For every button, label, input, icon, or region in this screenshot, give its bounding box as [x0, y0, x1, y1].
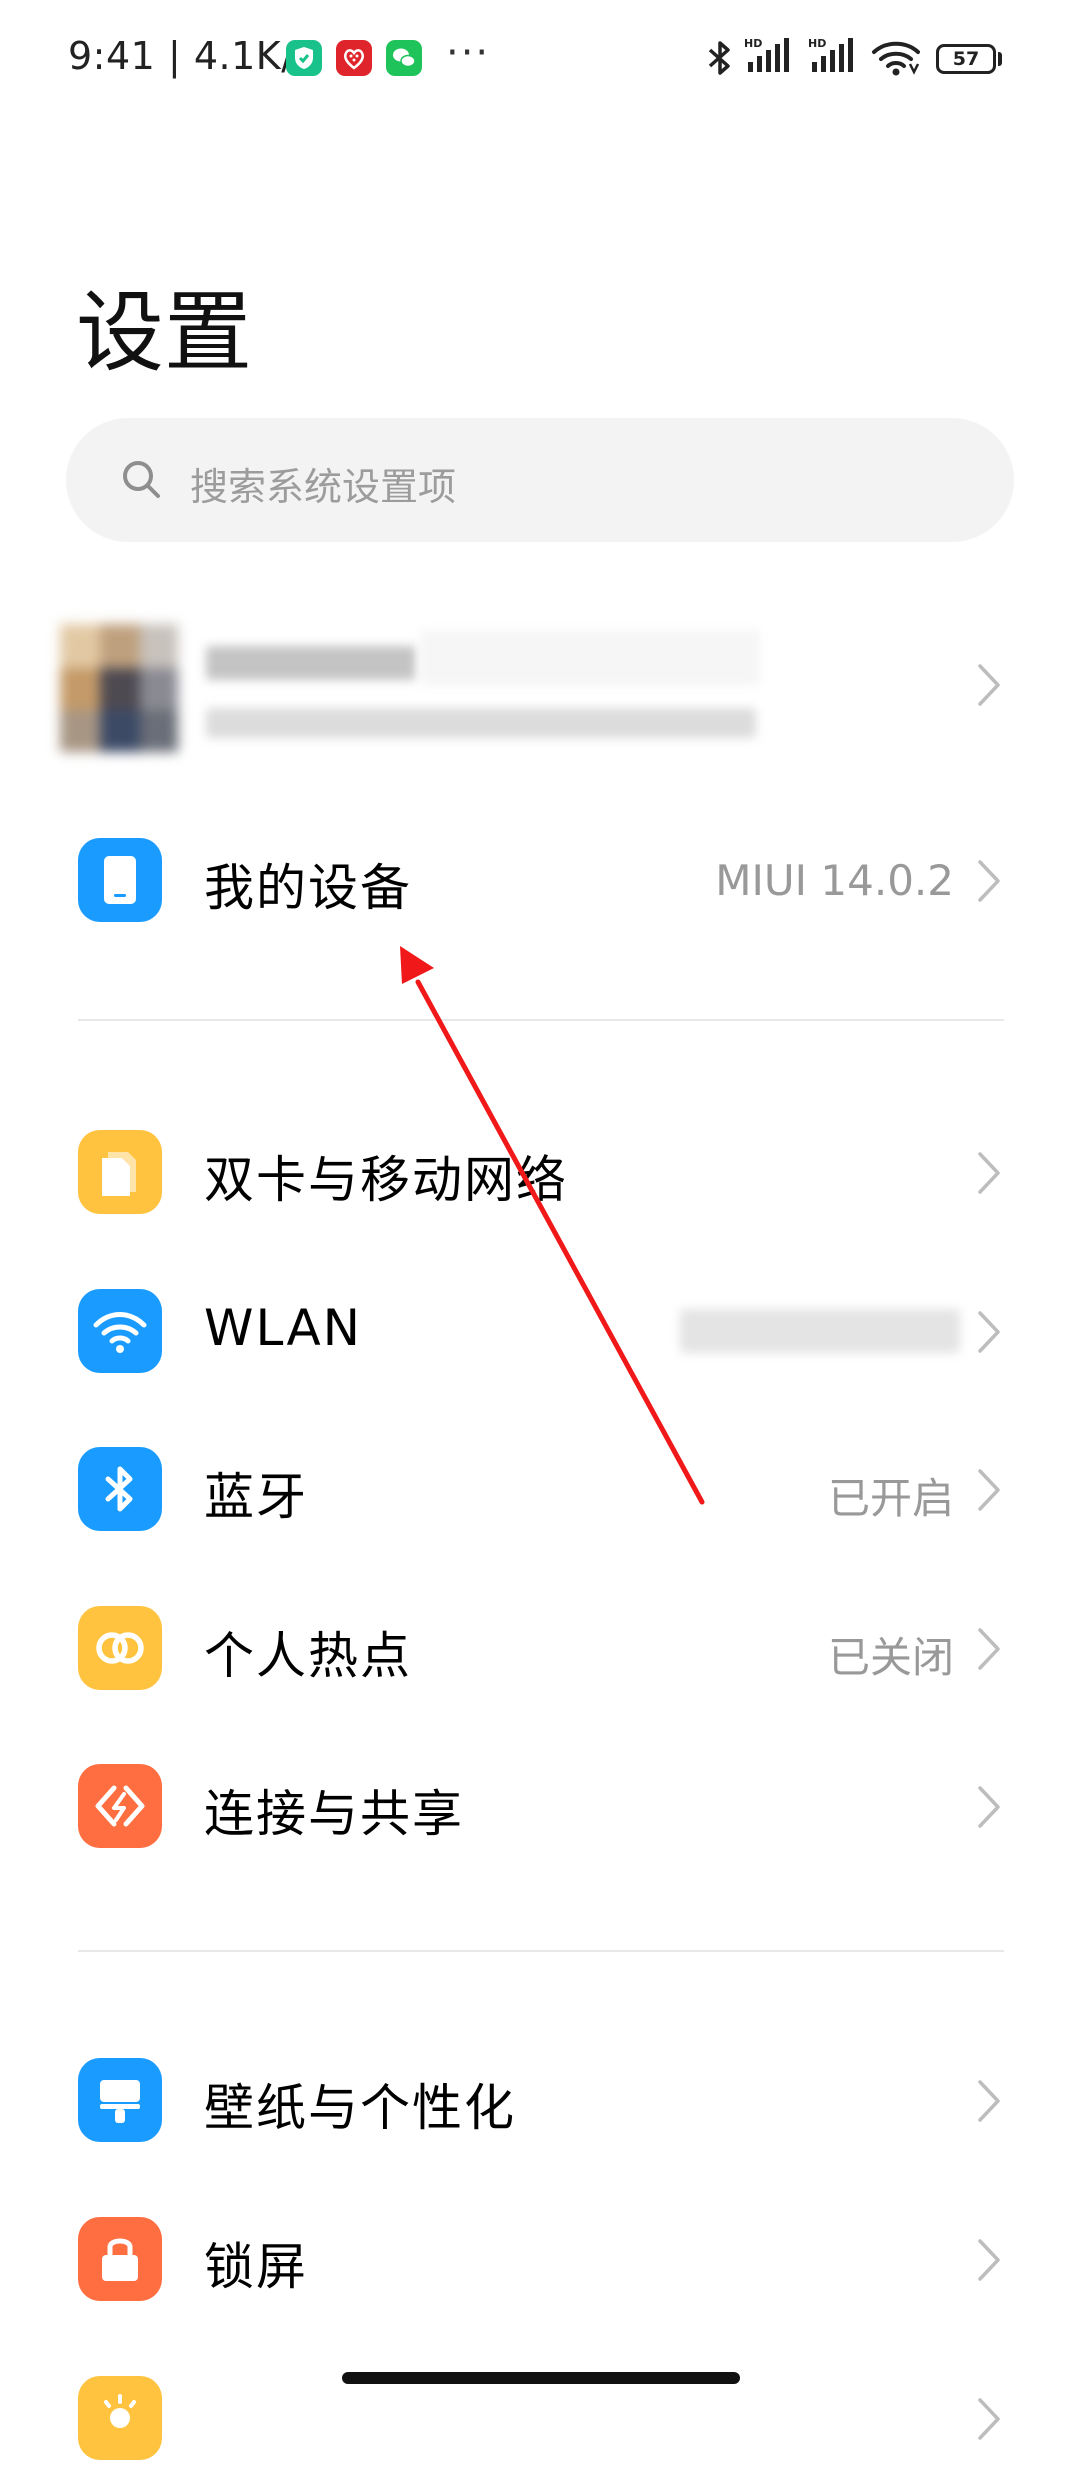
status-time: 9:41 | 4.1K/s: [68, 34, 315, 78]
row-label-hotspot: 个人热点: [204, 1627, 412, 1685]
phone-icon: [78, 838, 162, 922]
chevron-right-icon: [978, 1152, 1000, 1194]
wifi-icon: [78, 1289, 162, 1373]
wechat-icon: [386, 40, 422, 76]
row-hotspot[interactable]: 个人热点 已关闭: [0, 1572, 1080, 1722]
account-extra-redacted: [420, 630, 760, 686]
more-notifications-indicator: ···: [446, 30, 491, 76]
svg-text:HD: HD: [744, 37, 762, 50]
row-label-bluetooth: 蓝牙: [204, 1468, 308, 1526]
signal-hd-icon-2: HD: [808, 37, 853, 72]
wifi-status-icon: [872, 41, 920, 76]
home-indicator[interactable]: [342, 2372, 740, 2384]
battery-tip: [998, 52, 1002, 66]
sim-card-icon: [78, 1130, 162, 1214]
search-input[interactable]: 搜索系统设置项: [66, 418, 1014, 542]
search-placeholder: 搜索系统设置项: [190, 465, 457, 509]
chevron-right-icon: [978, 1628, 1000, 1670]
chevron-right-icon: [978, 1469, 1000, 1511]
page-title: 设置: [76, 281, 253, 384]
section-divider: [78, 1019, 1004, 1021]
miui-version-value: MIUI 14.0.2: [715, 856, 954, 905]
hotspot-status-value: 已关闭: [827, 1633, 954, 1682]
row-label-dual-sim: 双卡与移动网络: [204, 1151, 568, 1209]
wifi-network-name-redacted: [680, 1309, 960, 1353]
bluetooth-status-value: 已开启: [827, 1474, 954, 1523]
status-bar: 9:41 | 4.1K/s ··· HD HD 57: [0, 0, 1080, 118]
row-connect-share[interactable]: 连接与共享: [0, 1730, 1080, 1880]
chevron-right-icon: [978, 860, 1000, 902]
row-display-partial[interactable]: [0, 2342, 1080, 2492]
chevron-right-icon: [978, 1311, 1000, 1353]
row-label-wlan: WLAN: [204, 1299, 363, 1357]
account-row[interactable]: [0, 610, 1080, 770]
chevron-right-icon: [978, 2398, 1000, 2440]
row-lock-screen[interactable]: 锁屏: [0, 2183, 1080, 2333]
account-name-redacted: [206, 646, 416, 680]
lock-icon: [78, 2217, 162, 2301]
chevron-right-icon: [978, 664, 1000, 706]
row-wlan[interactable]: WLAN: [0, 1255, 1080, 1405]
row-my-device[interactable]: 我的设备 MIUI 14.0.2: [0, 804, 1080, 954]
row-label-lock-screen: 锁屏: [204, 2238, 308, 2296]
chevron-right-icon: [978, 1786, 1000, 1828]
bluetooth-icon: [78, 1447, 162, 1531]
row-wallpaper[interactable]: 壁纸与个性化: [0, 2024, 1080, 2174]
hotspot-icon: [78, 1606, 162, 1690]
red-app-icon: [336, 40, 372, 76]
bluetooth-status-icon: [708, 41, 730, 75]
account-detail-redacted: [206, 708, 756, 738]
battery-indicator: 57: [936, 44, 996, 74]
svg-text:HD: HD: [808, 37, 826, 50]
chevron-right-icon: [978, 2239, 1000, 2281]
brush-icon: [78, 2058, 162, 2142]
avatar: [60, 624, 178, 752]
search-icon: [123, 461, 160, 498]
row-label-connect-share: 连接与共享: [204, 1785, 464, 1843]
chevron-right-icon: [978, 2080, 1000, 2122]
display-icon: [78, 2376, 162, 2460]
row-dual-sim[interactable]: 双卡与移动网络: [0, 1096, 1080, 1246]
shield-app-icon: [286, 40, 322, 76]
row-label-my-device: 我的设备: [204, 859, 412, 917]
row-label-wallpaper: 壁纸与个性化: [204, 2079, 516, 2137]
share-icon: [78, 1764, 162, 1848]
row-bluetooth[interactable]: 蓝牙 已开启: [0, 1413, 1080, 1563]
signal-hd-icon-1: HD: [744, 37, 789, 72]
section-divider: [78, 1950, 1004, 1952]
